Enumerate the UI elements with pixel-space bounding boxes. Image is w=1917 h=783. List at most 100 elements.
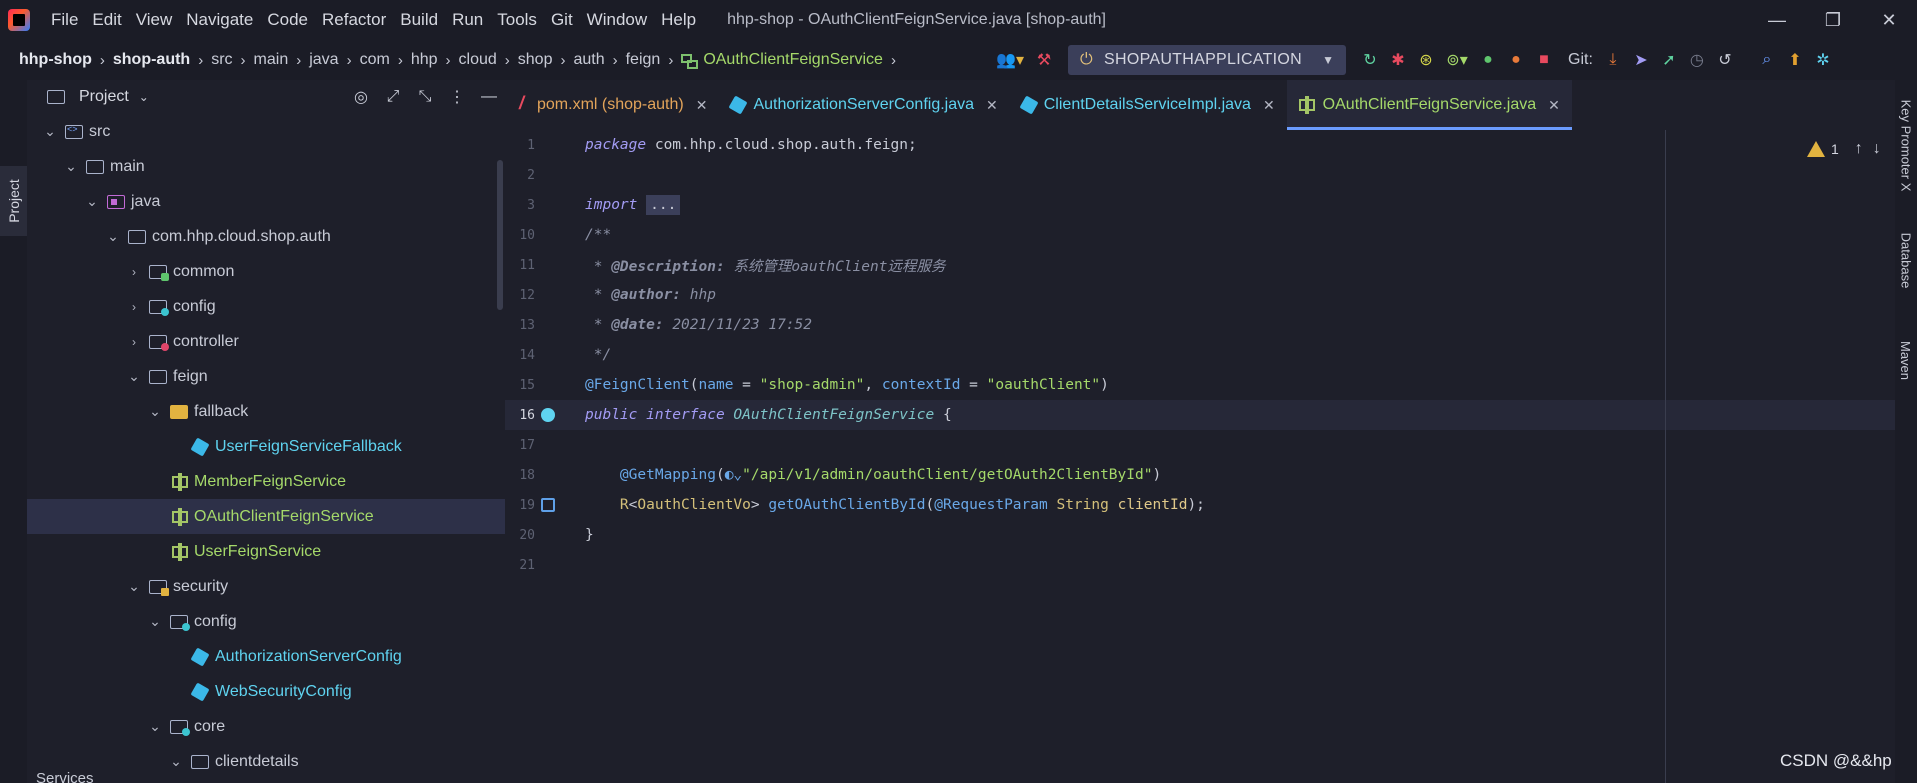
code-line[interactable]: 20} <box>519 520 1885 550</box>
close-icon[interactable]: ✕ <box>1263 97 1275 114</box>
line-number[interactable]: 19 <box>505 498 535 513</box>
code-editor[interactable]: 1 package com.hhp.cloud.shop.auth.feign; 2… <box>505 130 1895 783</box>
chevron-down-icon[interactable]: ⌄ <box>167 753 185 770</box>
tree-item[interactable]: ›AuthorizationServerConfig <box>27 639 505 674</box>
menu-item-help[interactable]: Help <box>654 10 703 30</box>
code-line[interactable]: 16 public interface OAuthClientFeignServi… <box>505 400 1895 430</box>
update-icon[interactable]: ⬆ <box>1781 46 1809 74</box>
line-number[interactable]: 14 <box>505 348 535 363</box>
breadcrumb-item[interactable]: shop-auth <box>113 51 190 69</box>
inspection-widget[interactable]: 1 ↑↓ <box>1807 140 1891 158</box>
chevron-down-icon[interactable]: ⌄ <box>41 123 59 140</box>
breadcrumb-item[interactable]: shop <box>518 51 553 69</box>
tree-item[interactable]: ⌄ main <box>27 149 505 184</box>
chevron-down-icon[interactable]: ⌄ <box>125 578 143 595</box>
breadcrumb-item[interactable]: com <box>360 51 390 69</box>
collapse-all-icon[interactable]: ⤡ <box>409 83 441 111</box>
more-options-icon[interactable]: ⋮ <box>441 83 473 111</box>
chevron-right-icon[interactable]: › <box>125 265 143 279</box>
menu-item-run[interactable]: Run <box>445 10 490 30</box>
menu-item-tools[interactable]: Tools <box>490 10 544 30</box>
editor-tab[interactable]: pom.xml (shop-auth) ✕ <box>505 80 719 130</box>
code-line[interactable]: 19 R<OauthClientVo> getOAuthClientById(@… <box>519 490 1885 520</box>
breadcrumb-item[interactable]: src <box>211 51 232 69</box>
close-icon[interactable]: ✕ <box>1548 97 1560 114</box>
jrebel-debug-icon[interactable]: ● <box>1502 46 1530 74</box>
code-line[interactable]: 3 import ... <box>527 190 1885 220</box>
line-number[interactable]: 10 <box>505 228 535 243</box>
services-tool-tab[interactable]: Services <box>36 770 94 783</box>
line-number[interactable]: 1 <box>505 138 535 153</box>
restore-icon[interactable]: ❐ <box>1805 0 1861 40</box>
request-mapping-icon[interactable] <box>541 498 555 512</box>
tree-item[interactable]: ›UserFeignServiceFallback <box>27 429 505 464</box>
menu-item-edit[interactable]: Edit <box>85 10 128 30</box>
editor-tab[interactable]: AuthorizationServerConfig.java ✕ <box>719 80 1009 130</box>
search-icon[interactable]: ⌕ <box>1753 46 1781 74</box>
right-tool-tab-database[interactable]: Database <box>1895 210 1917 310</box>
breadcrumb-item[interactable]: hhp <box>411 51 438 69</box>
close-icon[interactable]: ✕ <box>986 97 998 114</box>
code-line[interactable]: 13 * @date: 2021/11/23 17:52 <box>519 310 1885 340</box>
prev-next-highlight-icon[interactable]: ↑↓ <box>1855 140 1891 158</box>
right-tool-tab-maven[interactable]: Maven <box>1895 320 1917 400</box>
line-number[interactable]: 21 <box>505 558 535 573</box>
chevron-down-icon[interactable]: ⌄ <box>146 718 164 735</box>
add-user-icon[interactable]: 👥▾ <box>990 46 1030 74</box>
menu-item-file[interactable]: File <box>44 10 85 30</box>
tree-item[interactable]: ›OAuthClientFeignService <box>27 499 505 534</box>
project-tool-tab[interactable]: Project <box>0 166 27 236</box>
right-tool-tab-key-promoter-x[interactable]: Key Promoter X <box>1895 90 1917 200</box>
hide-panel-icon[interactable]: — <box>473 83 505 111</box>
run-coverage-icon[interactable]: ⊛ <box>1412 46 1440 74</box>
code-line[interactable]: 14 */ <box>519 340 1885 370</box>
git-update-icon[interactable]: ⤓ <box>1599 46 1627 74</box>
chevron-down-icon[interactable]: ⌄ <box>83 193 101 210</box>
menu-item-navigate[interactable]: Navigate <box>179 10 260 30</box>
git-push-icon[interactable]: ➚ <box>1655 46 1683 74</box>
line-number[interactable]: 16 <box>505 408 535 423</box>
jrebel-run-icon[interactable]: ● <box>1474 46 1502 74</box>
menu-item-window[interactable]: Window <box>580 10 654 30</box>
tree-item[interactable]: ⌄ feign <box>27 359 505 394</box>
tree-item[interactable]: ⌄ security <box>27 569 505 604</box>
code-line[interactable]: 18 @GetMapping(◐⌄"/api/v1/admin/oauthCli… <box>519 460 1885 490</box>
editor-tab[interactable]: OAuthClientFeignService.java ✕ <box>1286 80 1573 130</box>
menu-item-code[interactable]: Code <box>260 10 315 30</box>
line-number[interactable]: 20 <box>505 528 535 543</box>
line-number[interactable]: 2 <box>505 168 535 183</box>
stop-icon[interactable]: ■ <box>1530 46 1558 74</box>
chevron-down-icon[interactable]: ⌄ <box>146 613 164 630</box>
project-tree-scrollbar[interactable] <box>497 160 503 310</box>
tree-item[interactable]: ⌄ com.hhp.cloud.shop.auth <box>27 219 505 254</box>
debug-icon[interactable]: ✱ <box>1384 46 1412 74</box>
build-hammer-icon[interactable]: ⚒ <box>1030 46 1058 74</box>
code-lines[interactable]: 1 package com.hhp.cloud.shop.auth.feign; 2… <box>505 130 1895 580</box>
menu-item-view[interactable]: View <box>129 10 180 30</box>
code-line[interactable]: 10/** <box>519 220 1885 250</box>
code-line[interactable]: 21 <box>519 550 1885 580</box>
tree-item[interactable]: ⌄ config <box>27 604 505 639</box>
history-icon[interactable]: ◷ <box>1683 46 1711 74</box>
tree-item[interactable]: ⌄ clientdetails <box>27 744 505 779</box>
chevron-down-icon[interactable]: ⌄ <box>104 228 122 245</box>
tree-item[interactable]: ⌄ src <box>27 114 505 149</box>
code-line[interactable]: 1 package com.hhp.cloud.shop.auth.feign; <box>527 130 1885 160</box>
chevron-down-icon[interactable]: ⌄ <box>139 90 149 104</box>
tree-item[interactable]: ›WebSecurityConfig <box>27 674 505 709</box>
locate-target-icon[interactable]: ◎ <box>345 83 377 111</box>
tree-item[interactable]: › config <box>27 289 505 324</box>
breadcrumb-item[interactable]: java <box>309 51 338 69</box>
line-number[interactable]: 17 <box>505 438 535 453</box>
breadcrumb-item[interactable]: hhp-shop <box>19 51 92 69</box>
menu-item-git[interactable]: Git <box>544 10 580 30</box>
breadcrumb-item[interactable]: feign <box>626 51 661 69</box>
run-configuration-select[interactable]: ⏻ SHOPAUTHAPPLICATION ▼ <box>1068 45 1346 75</box>
close-icon[interactable]: ✕ <box>1861 0 1917 40</box>
line-number[interactable]: 13 <box>505 318 535 333</box>
implemented-marker-icon[interactable] <box>541 408 555 422</box>
rerun-icon[interactable]: ↻ <box>1356 46 1384 74</box>
breadcrumb-item[interactable]: cloud <box>459 51 497 69</box>
chevron-right-icon[interactable]: › <box>125 335 143 349</box>
tree-item[interactable]: ⌄ core <box>27 709 505 744</box>
